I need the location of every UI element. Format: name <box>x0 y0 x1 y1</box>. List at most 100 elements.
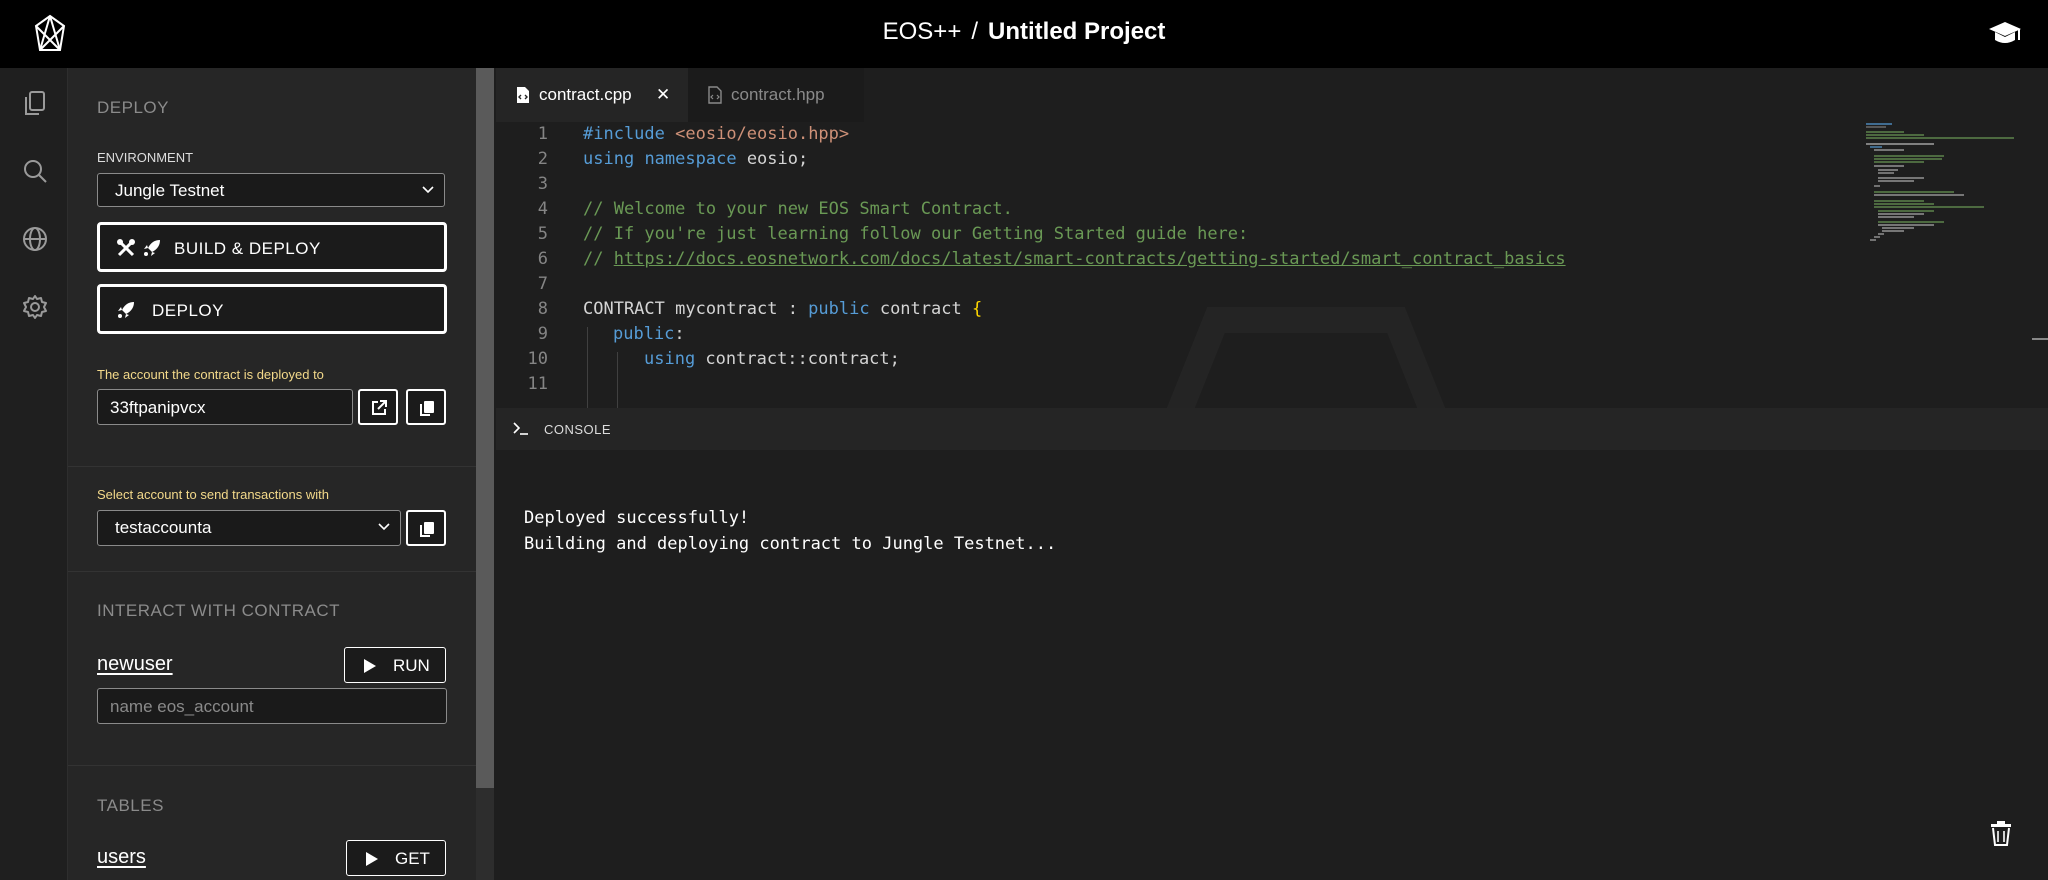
title-separator: / <box>971 18 979 45</box>
code-comment: // <box>583 249 614 269</box>
code-token: namespace <box>644 149 737 169</box>
section-divider <box>68 571 476 572</box>
build-deploy-label: BUILD & DEPLOY <box>174 239 321 258</box>
search-icon[interactable] <box>22 158 48 184</box>
rocket-icon <box>144 240 160 256</box>
line-number: 8 <box>537 299 548 319</box>
terminal-icon <box>513 422 528 435</box>
chevron-down-icon <box>422 186 434 194</box>
account-input[interactable]: 33ftpanipvcx <box>97 389 353 425</box>
code-token: CONTRACT mycontract : <box>583 299 809 319</box>
indent-guide <box>587 327 588 408</box>
action-newuser-link[interactable]: newuser <box>97 653 173 676</box>
code-token: public <box>613 324 675 344</box>
close-tab-icon[interactable]: ✕ <box>656 85 670 105</box>
run-label: RUN <box>393 656 430 675</box>
line-number: 9 <box>537 324 548 344</box>
line-number: 11 <box>527 374 548 394</box>
get-button[interactable]: GET <box>346 840 446 876</box>
console-header: CONSOLE <box>496 408 2048 450</box>
play-icon <box>364 659 376 673</box>
code-token: { <box>971 299 983 319</box>
sender-label: Select account to send transactions with <box>97 487 329 502</box>
environment-select[interactable]: Jungle Testnet <box>97 173 445 207</box>
console-line: Deployed successfully! <box>524 508 750 528</box>
docs-link[interactable]: https://docs.eosnetwork.com/docs/latest/… <box>614 249 1566 269</box>
external-link-icon <box>372 400 387 415</box>
param-input[interactable]: name eos_account <box>97 688 447 724</box>
tab-label: contract.cpp <box>539 85 632 104</box>
code-token: eosio; <box>746 149 809 169</box>
console-title: CONSOLE <box>544 422 612 437</box>
project-title: EOS++ / Untitled Project <box>0 18 2048 46</box>
code-token: public <box>808 299 870 319</box>
activity-bar <box>0 68 68 880</box>
minimap[interactable] <box>1864 122 2044 262</box>
table-users-link[interactable]: users <box>97 846 146 869</box>
code-token: #include <box>583 124 665 144</box>
watermark-logo-icon <box>1166 307 1446 408</box>
line-number: 10 <box>527 349 548 369</box>
code-editor[interactable]: 1 #include <eosio/eosio.hpp> 2 using names… <box>496 122 2048 408</box>
tools-icon <box>117 239 135 257</box>
console-line: Building and deploying contract to Jungl… <box>524 534 1057 554</box>
trash-icon[interactable] <box>1990 820 2012 846</box>
project-name[interactable]: Untitled Project <box>988 18 1165 45</box>
brand-label: EOS++ <box>882 18 962 45</box>
code-token: <eosio/eosio.hpp> <box>675 124 850 144</box>
code-token: using <box>644 349 696 369</box>
tab-label: contract.hpp <box>731 85 825 104</box>
editor-tabs: contract.cpp ✕ contract.hpp <box>496 68 2048 122</box>
line-number: 2 <box>537 149 548 169</box>
tables-section-title: TABLES <box>97 796 164 815</box>
line-number: 3 <box>537 174 548 194</box>
interact-section-title: INTERACT WITH CONTRACT <box>97 601 341 620</box>
get-label: GET <box>395 849 430 868</box>
line-number: 7 <box>537 274 548 294</box>
sender-select[interactable]: testaccounta <box>97 510 401 546</box>
tab-contract-cpp[interactable]: contract.cpp ✕ <box>496 68 688 122</box>
deploy-button[interactable]: DEPLOY <box>97 284 447 334</box>
tab-contract-hpp[interactable]: contract.hpp <box>688 68 864 122</box>
code-token: contract <box>869 299 972 319</box>
copy-icon <box>420 401 434 416</box>
line-number: 5 <box>537 224 548 244</box>
code-token: : <box>674 324 685 344</box>
copy-account-button[interactable] <box>406 389 446 425</box>
environment-value: Jungle Testnet <box>115 181 225 200</box>
editor-scroll-marker <box>2032 338 2048 340</box>
indent-guide <box>617 352 618 408</box>
run-button[interactable]: RUN <box>344 647 446 683</box>
settings-icon[interactable] <box>22 294 48 320</box>
sender-value: testaccounta <box>115 518 212 537</box>
deploy-section-title: DEPLOY <box>97 98 169 117</box>
code-comment: // Welcome to your new EOS Smart Contrac… <box>583 199 1013 219</box>
deploy-panel: DEPLOY ENVIRONMENT Jungle Testnet BUILD … <box>68 68 476 880</box>
copy-icon <box>420 522 434 537</box>
line-number: 1 <box>537 124 548 144</box>
top-bar: EOS++ / Untitled Project <box>0 0 2048 68</box>
section-divider <box>68 466 476 467</box>
file-code-icon <box>517 87 529 103</box>
panel-scrollbar-thumb[interactable] <box>476 68 494 788</box>
files-icon[interactable] <box>22 90 48 116</box>
line-number: 4 <box>537 199 548 219</box>
section-divider <box>68 765 476 766</box>
rocket-icon <box>118 302 134 318</box>
code-token: using <box>583 149 635 169</box>
open-account-button[interactable] <box>358 389 398 425</box>
file-code-icon <box>708 86 722 104</box>
globe-icon[interactable] <box>22 226 48 252</box>
line-number: 6 <box>537 249 548 269</box>
chevron-down-icon <box>378 523 390 531</box>
panel-scrollbar[interactable] <box>476 68 494 880</box>
copy-sender-button[interactable] <box>406 510 446 546</box>
environment-label: ENVIRONMENT <box>97 150 194 165</box>
play-icon <box>366 852 378 866</box>
account-label: The account the contract is deployed to <box>97 367 324 382</box>
code-token: contract::contract; <box>695 349 900 369</box>
deploy-label: DEPLOY <box>152 301 224 320</box>
build-deploy-button[interactable]: BUILD & DEPLOY <box>97 222 447 272</box>
console-output: Deployed successfully! Building and depl… <box>496 450 2048 880</box>
graduation-cap-icon[interactable] <box>1988 20 2022 48</box>
